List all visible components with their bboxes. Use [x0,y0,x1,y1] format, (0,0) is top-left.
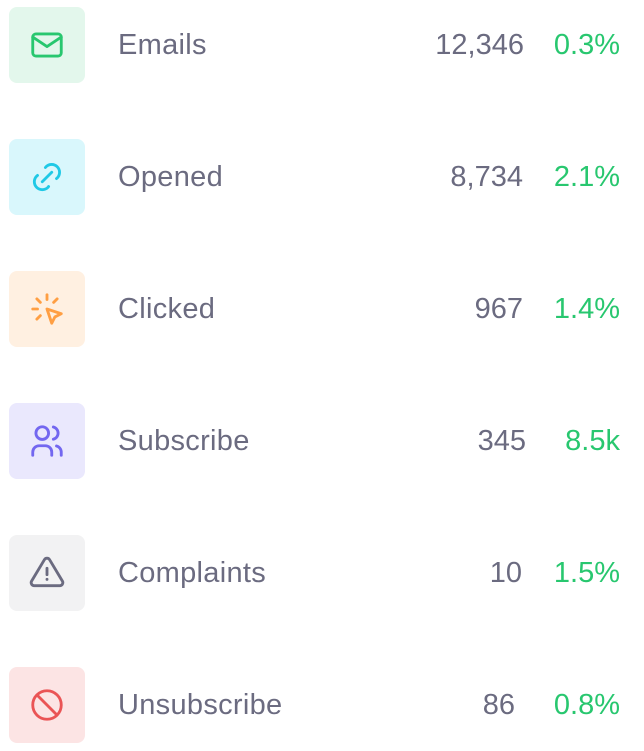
stat-value: 12,346 [435,29,524,61]
stat-row-subscribe: Subscribe 345 8.5k [0,403,644,479]
stat-label: Unsubscribe [118,689,283,721]
stat-value: 967 [474,293,523,325]
stat-label: Clicked [118,293,216,325]
stat-row-clicked: Clicked 967 1.4% [0,271,644,347]
stat-change: 8.5k [565,425,620,457]
icon-box-opened [9,139,85,215]
icon-box-clicked [9,271,85,347]
stat-change: 2.1% [553,161,620,193]
stat-change: 1.5% [553,557,620,589]
stat-change: 0.3% [553,29,620,61]
stat-row-opened: Opened 8,734 2.1% [0,139,644,215]
stat-value: 8,734 [450,161,523,193]
mail-icon [31,32,63,58]
icon-box-subscribe [9,403,85,479]
stat-value: 86 [482,689,515,721]
pointer-click-icon [31,293,63,325]
stat-change: 0.8% [553,689,620,721]
ban-icon [31,689,63,721]
link-icon [32,163,61,192]
alert-triangle-icon [29,556,65,588]
stat-row-unsubscribe: Unsubscribe 86 0.8% [0,667,644,743]
stat-row-complaints: Complaints 10 1.5% [0,535,644,611]
stat-change: 1.4% [553,293,620,325]
icon-box-unsubscribe [9,667,85,743]
stat-label: Complaints [118,557,267,589]
icon-box-emails [9,7,85,83]
users-icon [31,425,63,457]
stat-row-emails: Emails 12,346 0.3% [0,7,644,83]
stat-value: 10 [489,557,522,589]
stat-label: Subscribe [118,425,250,457]
stat-label: Opened [118,161,223,193]
stat-label: Emails [118,29,207,61]
icon-box-complaints [9,535,85,611]
email-stats-list: Emails 12,346 0.3% Opened 8,734 2.1% Cli… [0,0,644,751]
stat-value: 345 [477,425,526,457]
